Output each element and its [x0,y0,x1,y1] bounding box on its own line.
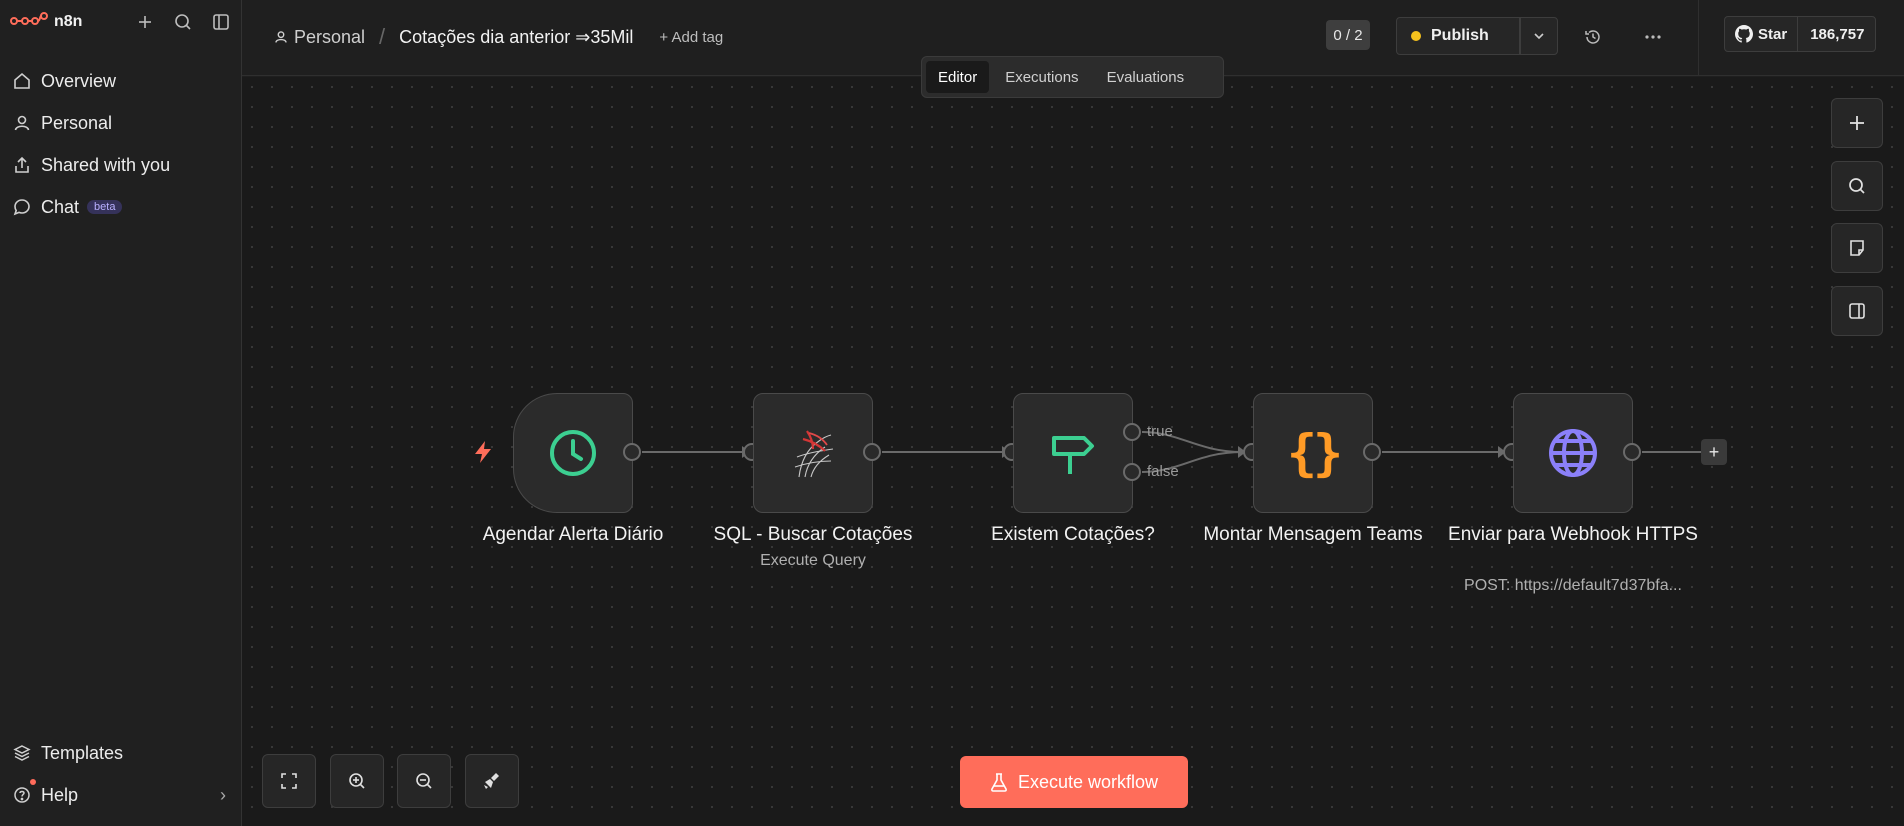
sidebar-item-templates[interactable]: Templates [0,732,242,774]
toggle-panel-button[interactable] [1831,286,1883,336]
node-subtitle: POST: https://default7d37bfa... [1464,577,1682,594]
sidebar-item-overview[interactable]: Overview [0,60,242,102]
sidebar-item-chat[interactable]: Chat beta [0,186,242,228]
publish-status-dot [1411,31,1421,41]
github-star-count: 186,757 [1810,25,1865,43]
user-icon [12,113,32,133]
sticky-note-icon [1850,240,1864,256]
workflow-node-schedule[interactable] [513,393,633,513]
publish-dropdown-button[interactable] [1520,17,1558,55]
tidy-up-button[interactable] [465,754,519,808]
github-star-button[interactable]: Star 186,757 [1724,16,1876,52]
fit-view-button[interactable] [262,754,316,808]
sidebar: n8n Overview Personal Shared with you Ch… [0,0,242,826]
sidebar-nav: Overview Personal Shared with you Chat b… [0,60,242,228]
view-tabs: Editor Executions Evaluations [921,56,1224,98]
add-node-panel-button[interactable] [1831,98,1883,148]
workflow-node-if[interactable] [1013,393,1133,513]
share-icon [12,155,32,175]
version-counter[interactable]: 0 / 2 [1326,20,1370,50]
zoom-out-button[interactable] [397,754,451,808]
notification-dot [30,779,36,785]
search-icon [1849,178,1865,194]
branch-false-label: false [1147,463,1179,480]
chevron-right-icon: › [220,784,226,805]
signpost-icon [1052,436,1094,474]
workflow-node-http[interactable] [1513,393,1633,513]
history-icon[interactable] [1578,22,1608,52]
node-subtitle: Execute Query [760,552,866,569]
sidebar-toggle-icon[interactable] [210,11,232,33]
tab-editor[interactable]: Editor [926,61,990,93]
publish-label: Publish [1431,27,1489,44]
home-icon [12,71,32,91]
node-title: Existem Cotações? [991,524,1155,545]
fit-view-icon [281,773,297,789]
output-port-true[interactable] [1123,423,1141,441]
execute-workflow-label: Execute workflow [1017,771,1159,792]
clock-icon [550,430,596,476]
sidebar-item-label: Personal [41,112,113,133]
workflow-title[interactable]: Cotações dia anterior ⇒35Mil [399,27,633,48]
globe-icon [1549,429,1597,477]
sidebar-item-label: Overview [41,70,117,91]
breadcrumb-separator: / [379,24,386,49]
search-icon[interactable] [172,11,194,33]
branch-true-label: true [1147,423,1173,440]
panel-icon [1849,303,1865,319]
breadcrumb-project[interactable]: Personal [274,27,365,48]
trigger-bolt-icon [472,440,494,469]
add-tag-button[interactable]: + Add tag [659,29,723,46]
sidebar-item-label: Chat [41,196,80,217]
node-title: Agendar Alerta Diário [482,524,664,545]
help-icon [12,785,32,805]
sql-server-icon [794,430,834,478]
node-title: Enviar para Webhook HTTPS [1448,524,1698,545]
broom-icon [484,773,499,789]
sidebar-item-help[interactable]: Help › [0,774,242,816]
sidebar-item-label: Help [41,784,79,805]
breadcrumb: Personal / Cotações dia anterior ⇒35Mil … [274,24,723,50]
beta-badge: beta [87,200,123,214]
output-port[interactable] [1363,443,1381,461]
tab-evaluations[interactable]: Evaluations [1095,61,1197,93]
zoom-in-button[interactable] [330,754,384,808]
add-icon[interactable] [134,11,156,33]
chevron-down-icon [1534,33,1544,40]
execute-workflow-button[interactable]: Execute workflow [960,756,1188,808]
chat-icon [12,197,32,217]
github-star-label: Star [1758,25,1788,43]
sidebar-item-shared[interactable]: Shared with you [0,144,242,186]
zoom-in-icon [349,773,365,789]
add-node-button[interactable]: + [1701,439,1727,465]
node-title: Montar Mensagem Teams [1203,524,1423,545]
sticky-note-button[interactable] [1831,223,1883,273]
plus-icon [1850,116,1864,130]
sidebar-item-label: Templates [41,742,124,763]
sidebar-item-label: Shared with you [41,154,171,175]
templates-icon [12,743,32,763]
more-options-icon[interactable] [1638,22,1668,52]
logo-row: n8n [10,10,232,34]
node-title: SQL - Buscar Cotações [713,524,913,545]
canvas-search-button[interactable] [1831,161,1883,211]
breadcrumb-project-label: Personal [294,26,366,47]
workflow-node-code[interactable]: {} [1253,393,1373,513]
tab-executions[interactable]: Executions [993,61,1090,93]
output-port-false[interactable] [1123,463,1141,481]
logo-text: n8n [54,13,83,30]
sidebar-item-personal[interactable]: Personal [0,102,242,144]
n8n-logo-icon[interactable] [10,11,48,33]
publish-button[interactable]: Publish [1396,17,1520,55]
output-port[interactable] [623,443,641,461]
output-port[interactable] [1623,443,1641,461]
header-divider [1698,0,1699,76]
github-icon [1735,25,1753,43]
sidebar-bottom: Templates Help › [0,732,242,816]
output-port[interactable] [863,443,881,461]
zoom-out-icon [416,773,432,789]
flask-icon [990,772,1008,792]
workflow-node-sql[interactable] [753,393,873,513]
code-braces-icon: {} [1286,424,1343,482]
